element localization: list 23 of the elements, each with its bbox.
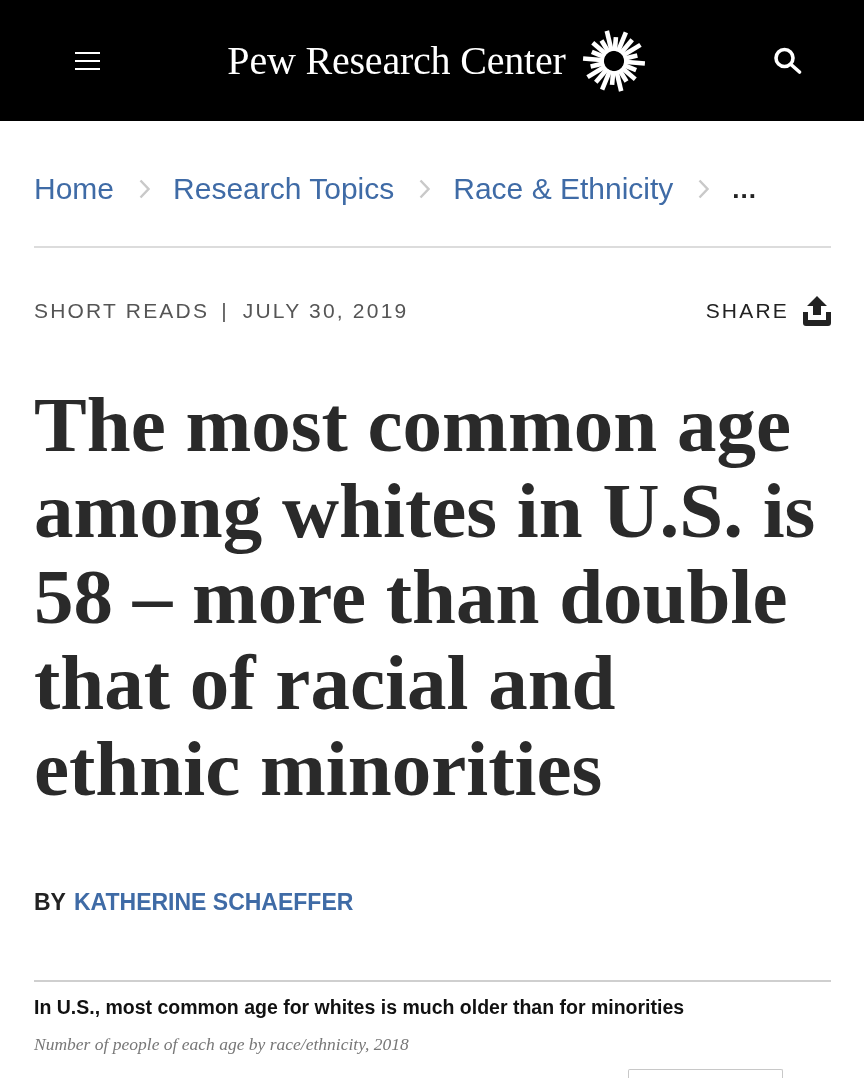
author-link[interactable]: KATHERINE SCHAEFFER — [73, 888, 354, 916]
meta-separator: | — [221, 298, 229, 324]
chart-title: In U.S., most common age for whites is much older than for minorities — [34, 995, 686, 1019]
breadcrumb-link[interactable]: Research Topics — [173, 171, 395, 207]
article-headline: The most common age among whites in U.S. is 58 – more than double that of racial and ethnic minorities — [34, 382, 817, 812]
chevron-icon — [419, 179, 431, 199]
breadcrumb-link[interactable]: Race & Ethnicity — [453, 171, 674, 207]
chevron-icon — [139, 179, 151, 199]
sunburst-logo-icon — [581, 28, 646, 93]
publish-date: JULY 30, 2019 — [242, 298, 409, 324]
search-button[interactable] — [773, 47, 802, 74]
menu-icon — [75, 51, 100, 70]
share-button[interactable]: SHARE — [705, 296, 831, 326]
category-link[interactable]: SHORT READS — [34, 298, 210, 324]
byline-label: BY — [34, 888, 66, 916]
logo-text: Pew Research Center — [227, 40, 566, 81]
chart-subtitle: Number of people of each age by race/ethnicity, 2018 — [34, 1033, 410, 1055]
menu-button[interactable] — [75, 51, 100, 70]
search-icon — [773, 47, 802, 74]
share-upload-icon — [803, 296, 831, 326]
breadcrumb-more-button[interactable]: ... — [732, 171, 758, 207]
chevron-icon — [698, 179, 710, 199]
breadcrumb-link[interactable]: Home — [34, 171, 115, 207]
